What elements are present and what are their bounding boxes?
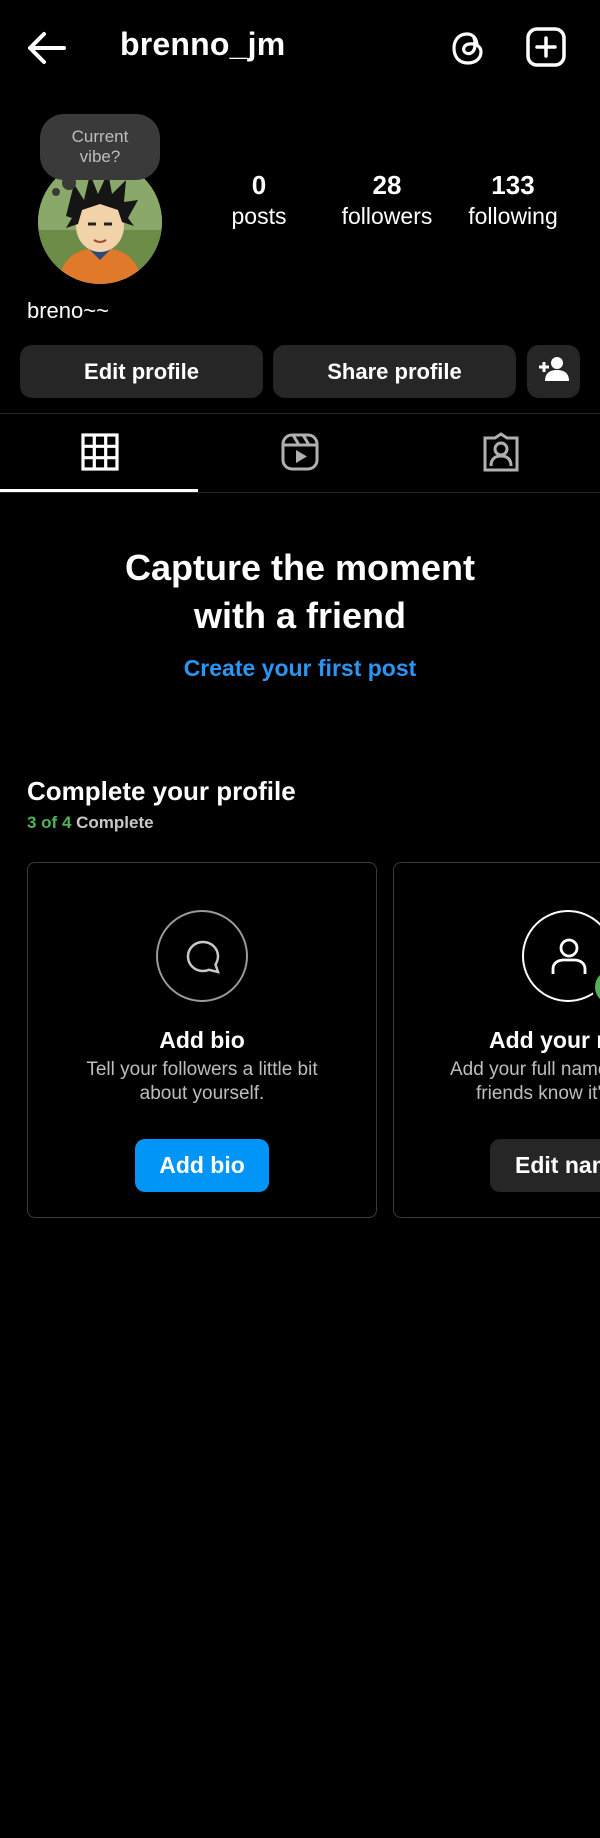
create-first-post-text[interactable]: Create your first post (184, 655, 417, 681)
edit-name-button[interactable]: Edit name (490, 1139, 600, 1192)
following-label: following (468, 203, 558, 229)
followers-count: 28 (372, 170, 402, 200)
card-description: Tell your followers a little bit about y… (28, 1058, 376, 1106)
card-description-line1: Add your full name so your (450, 1059, 600, 1080)
vibe-prompt-text: Current vibe? (71, 127, 129, 166)
speech-bubble-icon (156, 910, 248, 1002)
card-description-line2: about yourself. (139, 1083, 265, 1104)
add-name-card: Add your name Add your full name so your… (393, 862, 600, 1218)
add-bio-card: Add bio Tell your followers a little bit… (27, 862, 377, 1218)
vibe-bubble-tail-small (52, 188, 60, 196)
posts-count: 0 (251, 170, 267, 200)
tabs-divider-bottom (0, 492, 600, 493)
empty-state-title-line2: with a friend (193, 595, 406, 636)
profile-username[interactable]: brenno_jm (120, 26, 285, 63)
posts-label: posts (231, 203, 287, 229)
following-count: 133 (491, 170, 535, 200)
add-person-icon (538, 356, 569, 388)
share-profile-button[interactable]: Share profile (273, 345, 516, 398)
following-stat[interactable]: 133 following (456, 170, 570, 232)
current-vibe-note[interactable]: Current vibe? (40, 114, 160, 180)
back-arrow-icon[interactable] (24, 28, 68, 68)
empty-state-title-line1: Capture the moment (124, 547, 476, 588)
followers-label: followers (341, 203, 433, 229)
add-bio-button[interactable]: Add bio (135, 1139, 269, 1192)
card-description: Add your full name so your friends know … (450, 1058, 600, 1106)
empty-state-title: Capture the moment with a friend (0, 544, 600, 640)
progress-suffix: Complete (71, 813, 154, 832)
grid-icon[interactable] (80, 432, 120, 472)
progress-count: 3 of 4 (27, 813, 72, 832)
person-icon (522, 910, 600, 1002)
edit-profile-button[interactable]: Edit profile (20, 345, 263, 398)
card-title: Add your name (489, 1027, 600, 1053)
complete-profile-title: Complete your profile (27, 776, 296, 806)
followers-stat[interactable]: 28 followers (330, 170, 444, 232)
card-title: Add bio (159, 1027, 245, 1053)
display-name: breno~~ (27, 298, 109, 323)
threads-icon[interactable] (448, 26, 488, 70)
card-description-line2: friends know it's you. (476, 1083, 600, 1104)
complete-profile-progress: 3 of 4 Complete (27, 813, 154, 833)
tagged-person-icon[interactable] (481, 432, 521, 472)
reels-icon[interactable] (280, 432, 320, 472)
tabs-divider-top (0, 413, 600, 414)
discover-people-button[interactable] (527, 345, 580, 398)
create-post-icon[interactable] (525, 26, 567, 68)
card-description-line1: Tell your followers a little bit (86, 1059, 318, 1080)
create-first-post-link[interactable]: Create your first post (0, 655, 600, 682)
posts-stat[interactable]: 0 posts (219, 170, 299, 232)
